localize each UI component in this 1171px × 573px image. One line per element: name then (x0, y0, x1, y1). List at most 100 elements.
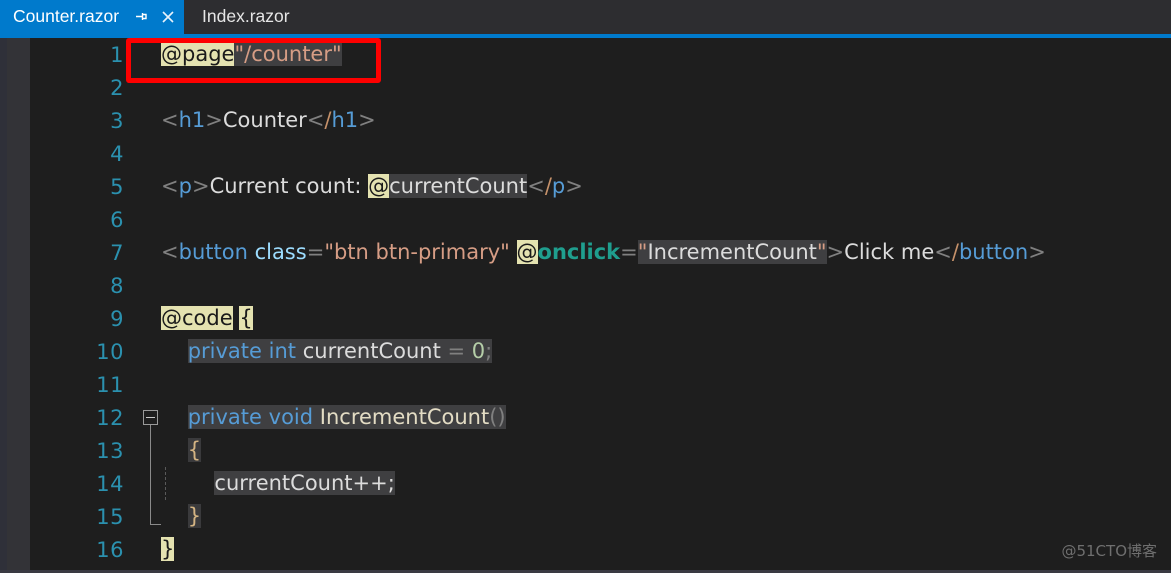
token-quote: " (816, 240, 827, 264)
tab-counter-razor[interactable]: Counter.razor (0, 0, 185, 34)
token-lt: < (161, 108, 179, 132)
glyph-margin (137, 38, 161, 71)
glyph-margin (137, 335, 161, 368)
code-line-text: @code { (161, 302, 1171, 335)
glyph-margin (137, 467, 161, 500)
glyph-margin (137, 104, 161, 137)
line-number: 8 (110, 273, 124, 298)
code-line: 12 private void IncrementCount() (30, 401, 1171, 524)
glyph-margin (137, 434, 161, 467)
token-p-content: Current count: (209, 174, 369, 198)
code-line: 5 <p>Current count: @currentCount</p> (30, 170, 1171, 203)
code-line: 1 @page"/counter" (30, 38, 1171, 71)
code-line: 11 (30, 368, 1171, 401)
tab-bar: Counter.razor Index.razor (0, 0, 1171, 34)
line-number: 9 (110, 306, 124, 331)
token-body-brace-open: { (187, 438, 202, 462)
token-kw-int: int (268, 339, 297, 363)
line-number: 1 (110, 42, 124, 67)
token-razor-at: @ (516, 240, 538, 264)
token-lt: < (306, 108, 325, 132)
glyph-margin (137, 368, 161, 401)
code-line: 6 (30, 203, 1171, 236)
token-gt: > (205, 108, 223, 132)
token-kw-private: private (187, 405, 262, 429)
code-line-text: { (161, 434, 1171, 467)
tab-index-razor[interactable]: Index.razor (184, 0, 298, 34)
glyph-margin (137, 203, 161, 236)
code-line-text: <p>Current count: @currentCount</p> (161, 170, 1171, 203)
collapse-region-foot (150, 524, 161, 525)
code-content[interactable]: 1 @page"/counter" 2 3 <h1>Counter</h1> 4 (30, 38, 1171, 573)
token-gt: > (1028, 240, 1046, 264)
line-number: 12 (96, 405, 124, 430)
token-slash: / (324, 108, 332, 132)
line-number: 6 (110, 207, 124, 232)
code-editor[interactable]: 1 @page"/counter" 2 3 <h1>Counter</h1> 4 (0, 38, 1171, 573)
code-line-text: private int currentCount = 0; (161, 335, 1171, 368)
line-number: 4 (110, 141, 124, 166)
collapse-region-icon[interactable] (143, 410, 158, 425)
token-code-directive: @code (161, 306, 233, 330)
token-route-string: "/counter" (234, 42, 342, 66)
token-lt: < (934, 240, 952, 264)
token-lt: < (527, 174, 545, 198)
token-equals: = (306, 240, 325, 264)
pin-icon[interactable] (133, 9, 149, 25)
token-handler-name: IncrementCount (647, 240, 817, 264)
token-gt: > (826, 240, 845, 264)
editor-left-edge-strip (0, 38, 7, 573)
close-icon[interactable] (160, 9, 176, 25)
code-line: 9 @code { (30, 302, 1171, 335)
code-line: 13 { (30, 434, 1171, 467)
glyph-margin (137, 533, 161, 566)
token-slash: / (951, 240, 959, 264)
token-parens: () (489, 405, 506, 429)
code-line: 10 private int currentCount = 0; (30, 335, 1171, 368)
tab-label-index: Index.razor (202, 6, 290, 27)
code-line-text: } (161, 500, 1171, 533)
token-tag-h1: h1 (178, 108, 206, 132)
watermark: @51CTO博客 (1061, 542, 1157, 560)
token-gt: > (565, 174, 583, 198)
token-brace-open: { (239, 306, 253, 330)
token-increment-statement: currentCount++; (214, 471, 395, 495)
line-number: 14 (96, 471, 124, 496)
token-field-name: currentCount (302, 339, 441, 363)
token-lt: < (161, 240, 179, 264)
line-number: 16 (96, 537, 124, 562)
code-line-text: } (161, 533, 1171, 566)
glyph-margin (137, 170, 161, 203)
token-slash: / (544, 174, 552, 198)
token-page-directive: @page (161, 42, 235, 66)
glyph-margin (137, 137, 161, 170)
code-line: 2 (30, 71, 1171, 104)
token-lt: < (161, 174, 179, 198)
code-line-text: <h1>Counter</h1> (161, 104, 1171, 137)
code-line: 7 <button class="btn btn-primary" @oncli… (30, 236, 1171, 269)
tab-label-counter: Counter.razor (13, 6, 120, 27)
code-line-text: currentCount++; (161, 467, 1171, 500)
token-razor-at: @ (368, 174, 390, 198)
code-line: 15 } (30, 500, 1171, 533)
token-assign: = (440, 339, 472, 363)
code-line: 3 <h1>Counter</h1> (30, 104, 1171, 137)
line-number: 10 (96, 339, 124, 364)
token-number-zero: 0 (471, 339, 486, 363)
editor-window: Counter.razor Index.razor 1 @page"/count… (0, 0, 1171, 573)
token-statement-field: private int currentCount = 0; (187, 339, 493, 363)
line-number: 7 (110, 240, 124, 265)
line-number: 13 (96, 438, 124, 463)
token-kw-void: void (268, 405, 314, 429)
line-number: 11 (96, 372, 124, 397)
code-line-text: <button class="btn btn-primary" @onclick… (161, 236, 1171, 269)
glyph-margin (137, 236, 161, 269)
line-number: 3 (110, 108, 124, 133)
token-tag-button: button (178, 240, 248, 264)
token-razor-expression: currentCount (389, 174, 528, 198)
code-line: 8 (30, 269, 1171, 302)
glyph-margin (137, 71, 161, 104)
editor-selection-margin[interactable] (7, 38, 30, 573)
code-line-text: private void IncrementCount() (161, 401, 1171, 434)
